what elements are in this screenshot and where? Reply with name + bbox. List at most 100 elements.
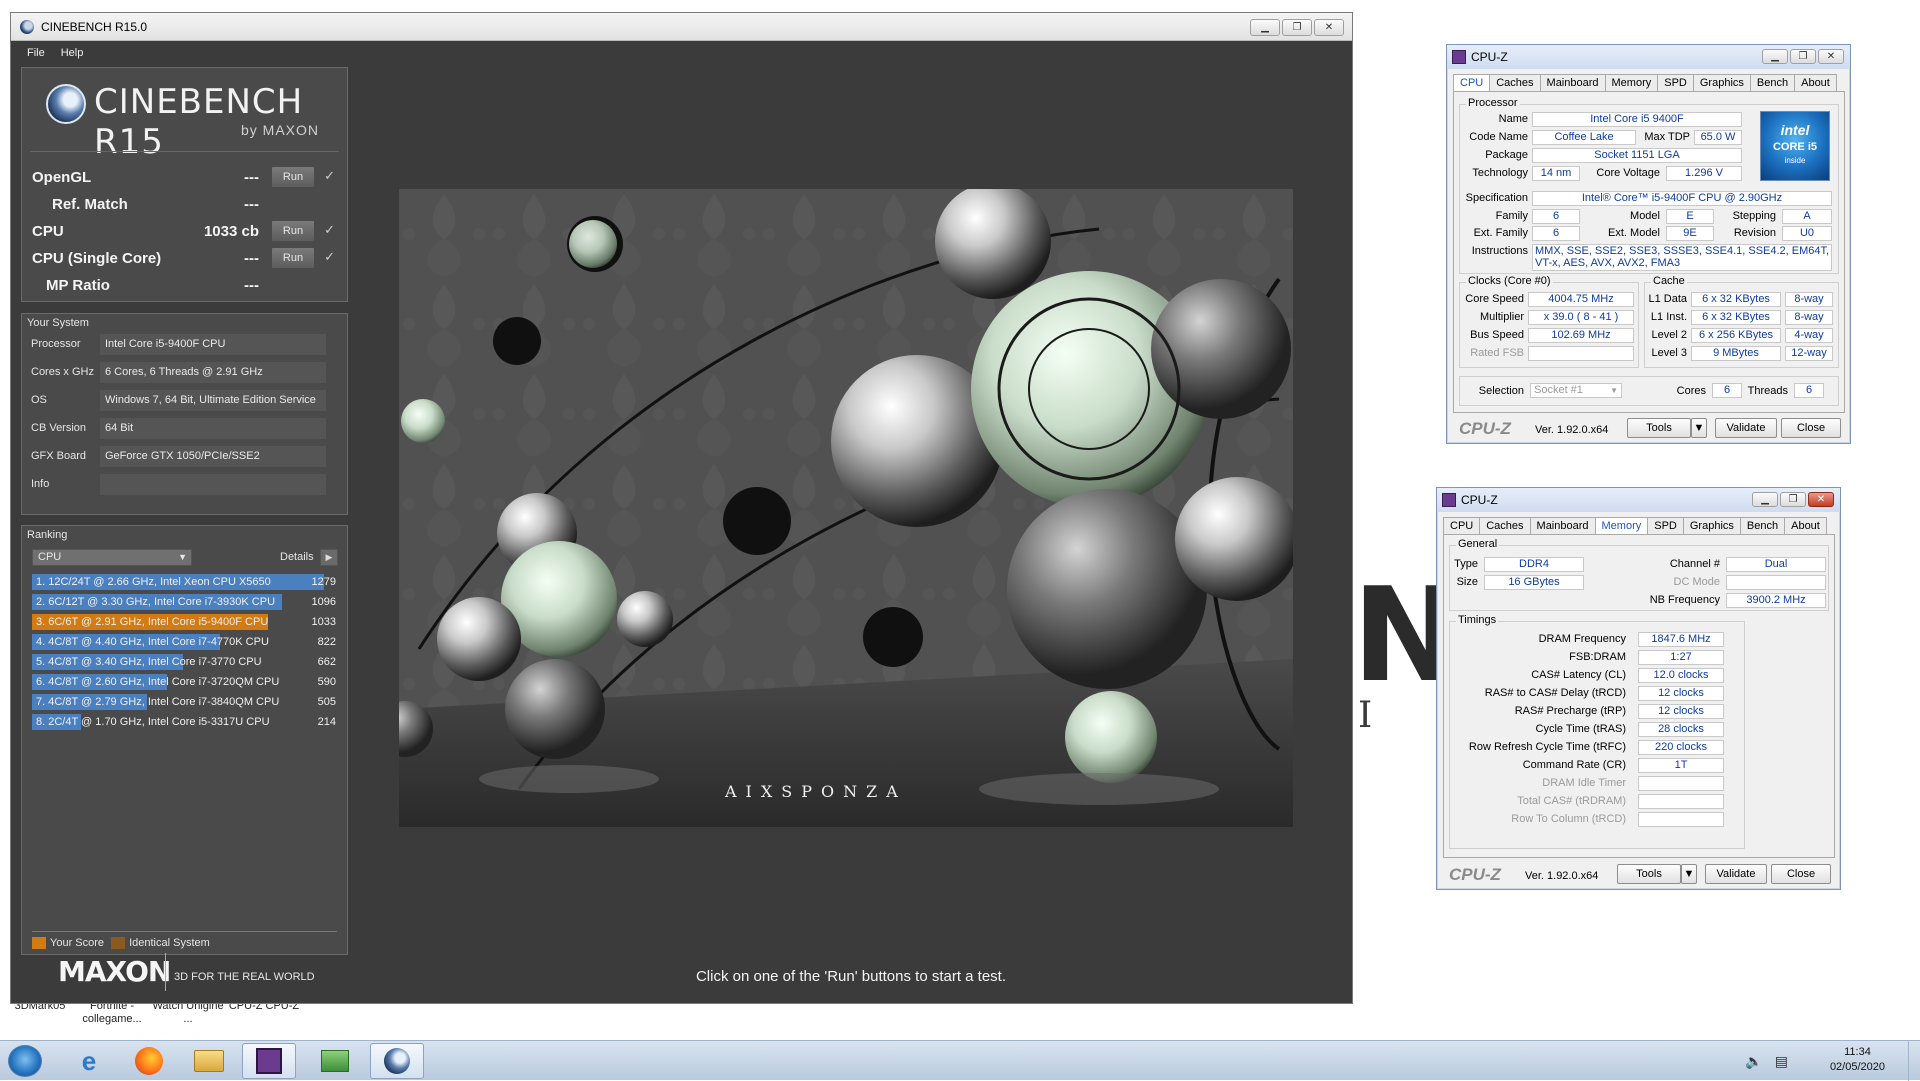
clock-date: 02/05/2020 — [1829, 1061, 1885, 1073]
internet-explorer-icon: e — [81, 1045, 97, 1076]
info-input[interactable] — [100, 474, 326, 495]
cores-value: 6 — [1712, 383, 1742, 398]
cpuz-footer-logo: CPU-Z — [1459, 419, 1511, 438]
maximize-button[interactable]: ❐ — [1790, 49, 1816, 64]
system-value: 6 Cores, 6 Threads @ 2.91 GHz — [100, 362, 326, 383]
tab-bench[interactable]: Bench — [1749, 74, 1796, 92]
ranking-row[interactable]: 8. 2C/4T @ 1.70 GHz, Intel Core i5-3317U… — [32, 714, 344, 731]
checkmark-icon[interactable]: ✓ — [324, 222, 335, 238]
window-title: CINEBENCH R15.0 — [41, 20, 148, 34]
taskbar-app[interactable] — [308, 1043, 362, 1079]
timing-label: Row To Column (tRCD) — [1511, 813, 1626, 825]
ranking-row[interactable]: 5. 4C/8T @ 3.40 GHz, Intel Core i7-3770 … — [32, 654, 344, 671]
taskbar-internet-explorer[interactable]: e — [62, 1043, 116, 1079]
tab-caches[interactable]: Caches — [1479, 517, 1531, 535]
tools-dropdown-button[interactable]: ▼ — [1691, 418, 1707, 438]
intel-logo-text: intel — [1780, 122, 1810, 138]
socket-select-value: Socket #1 — [1534, 384, 1583, 396]
socket-select[interactable]: Socket #1 ▼ — [1530, 383, 1622, 398]
l1-data-value: 6 x 32 KBytes — [1691, 292, 1781, 307]
chevron-down-icon: ▼ — [178, 552, 187, 562]
timing-label: Row Refresh Cycle Time (tRFC) — [1468, 741, 1626, 753]
run-cpu-button[interactable]: Run — [271, 220, 315, 242]
show-desktop-button[interactable] — [1908, 1041, 1920, 1081]
tools-button[interactable]: Tools — [1617, 864, 1681, 884]
validate-button[interactable]: Validate — [1705, 864, 1767, 884]
checkmark-icon[interactable]: ✓ — [324, 168, 335, 184]
ranking-text: 4. 4C/8T @ 4.40 GHz, Intel Core i7-4770K… — [36, 636, 269, 648]
close-button[interactable]: ✕ — [1818, 49, 1844, 64]
close-button[interactable]: ✕ — [1808, 492, 1834, 507]
tab-mainboard[interactable]: Mainboard — [1529, 517, 1596, 535]
maximize-button[interactable]: ❐ — [1282, 19, 1312, 36]
label: Threads — [1747, 385, 1788, 397]
minimize-button[interactable]: ▁ — [1762, 49, 1788, 64]
menu-help[interactable]: Help — [61, 47, 84, 59]
cinebench-app-icon — [20, 20, 34, 34]
tab-graphics[interactable]: Graphics — [1682, 517, 1741, 535]
tools-button[interactable]: Tools — [1627, 418, 1691, 438]
taskbar-cpuz[interactable] — [242, 1043, 296, 1079]
l2-ways: 4-way — [1785, 328, 1833, 343]
run-opengl-button[interactable]: Run — [271, 166, 315, 188]
tab-graphics[interactable]: Graphics — [1692, 74, 1751, 92]
ranking-row[interactable]: 2. 6C/12T @ 3.30 GHz, Intel Core i7-3930… — [32, 594, 344, 611]
chevron-down-icon: ▼ — [1683, 868, 1695, 880]
network-icon[interactable]: ▤ — [1775, 1053, 1800, 1069]
cinebench-titlebar[interactable]: CINEBENCH R15.0 ▁ ❐ ✕ — [11, 13, 1352, 41]
taskbar-firefox[interactable] — [122, 1043, 176, 1079]
test-row-cpu-single: CPU (Single Core) --- Run ✓ — [30, 246, 339, 270]
validate-button[interactable]: Validate — [1715, 418, 1777, 438]
system-row: Info — [30, 474, 342, 496]
processor-group: Processor Name Intel Core i5 9400F Code … — [1459, 97, 1839, 274]
timing-value: 12 clocks — [1638, 686, 1724, 701]
ranking-row[interactable]: 1. 12C/24T @ 2.66 GHz, Intel Xeon CPU X5… — [32, 574, 344, 591]
tab-spd[interactable]: SPD — [1657, 74, 1694, 92]
ranking-row[interactable]: 6. 4C/8T @ 2.60 GHz, Intel Core i7-3720Q… — [32, 674, 344, 691]
run-cpu-single-button[interactable]: Run — [271, 247, 315, 269]
cinebench-logo-icon — [46, 84, 86, 124]
menu-file[interactable]: File — [27, 47, 45, 59]
maximize-button[interactable]: ❐ — [1780, 492, 1806, 507]
general-group: General Type DDR4 Size 16 GBytes Channel… — [1449, 538, 1829, 611]
cpuz-titlebar[interactable]: CPU-Z ▁ ❐ ✕ — [1437, 488, 1840, 512]
selection-row: Selection Socket #1 ▼ Cores 6 Threads 6 — [1459, 376, 1839, 406]
start-button[interactable] — [8, 1045, 42, 1077]
cpuz-app-icon — [1452, 50, 1466, 64]
clock[interactable]: 11:34 02/05/2020 — [1830, 1045, 1885, 1075]
tab-memory[interactable]: Memory — [1604, 74, 1659, 92]
label: Model — [1630, 210, 1660, 222]
checkmark-icon[interactable]: ✓ — [324, 249, 335, 265]
tab-caches[interactable]: Caches — [1489, 74, 1541, 92]
details-button[interactable]: ▶ — [320, 549, 338, 566]
ranking-select[interactable]: CPU ▼ — [32, 549, 192, 566]
volume-icon[interactable]: 🔈 — [1745, 1053, 1774, 1069]
tab-about[interactable]: About — [1784, 517, 1827, 535]
taskbar-explorer[interactable] — [182, 1043, 236, 1079]
tab-about[interactable]: About — [1794, 74, 1837, 92]
cpuz-tab-body: Processor Name Intel Core i5 9400F Code … — [1453, 91, 1845, 413]
timing-label: DRAM Idle Timer — [1542, 777, 1626, 789]
close-button[interactable]: ✕ — [1314, 19, 1344, 36]
minimize-button[interactable]: ▁ — [1752, 492, 1778, 507]
tab-spd[interactable]: SPD — [1647, 517, 1684, 535]
close-button[interactable]: Close — [1771, 864, 1831, 884]
ranking-row[interactable]: 4. 4C/8T @ 4.40 GHz, Intel Core i7-4770K… — [32, 634, 344, 651]
timing-value — [1638, 812, 1724, 827]
tab-cpu[interactable]: CPU — [1443, 517, 1481, 535]
system-key: OS — [31, 394, 47, 406]
ranking-row[interactable]: 7. 4C/8T @ 2.79 GHz, Intel Core i7-3840Q… — [32, 694, 344, 711]
tools-dropdown-button[interactable]: ▼ — [1681, 864, 1697, 884]
restore-icon: ❐ — [1292, 21, 1302, 33]
timing-label: Command Rate (CR) — [1522, 759, 1626, 771]
tab-mainboard[interactable]: Mainboard — [1539, 74, 1606, 92]
minimize-button[interactable]: ▁ — [1250, 19, 1280, 36]
minimize-icon: ▁ — [1261, 21, 1269, 33]
cpuz-titlebar[interactable]: CPU-Z ▁ ❐ ✕ — [1447, 45, 1850, 69]
taskbar-cinebench[interactable] — [370, 1043, 424, 1079]
ranking-score: 662 — [317, 656, 336, 668]
ranking-row[interactable]: 3. 6C/6T @ 2.91 GHz, Intel Core i5-9400F… — [32, 614, 344, 631]
tab-bench[interactable]: Bench — [1739, 517, 1786, 535]
timing-label: Total CAS# (tRDRAM) — [1517, 795, 1626, 807]
close-button[interactable]: Close — [1781, 418, 1841, 438]
